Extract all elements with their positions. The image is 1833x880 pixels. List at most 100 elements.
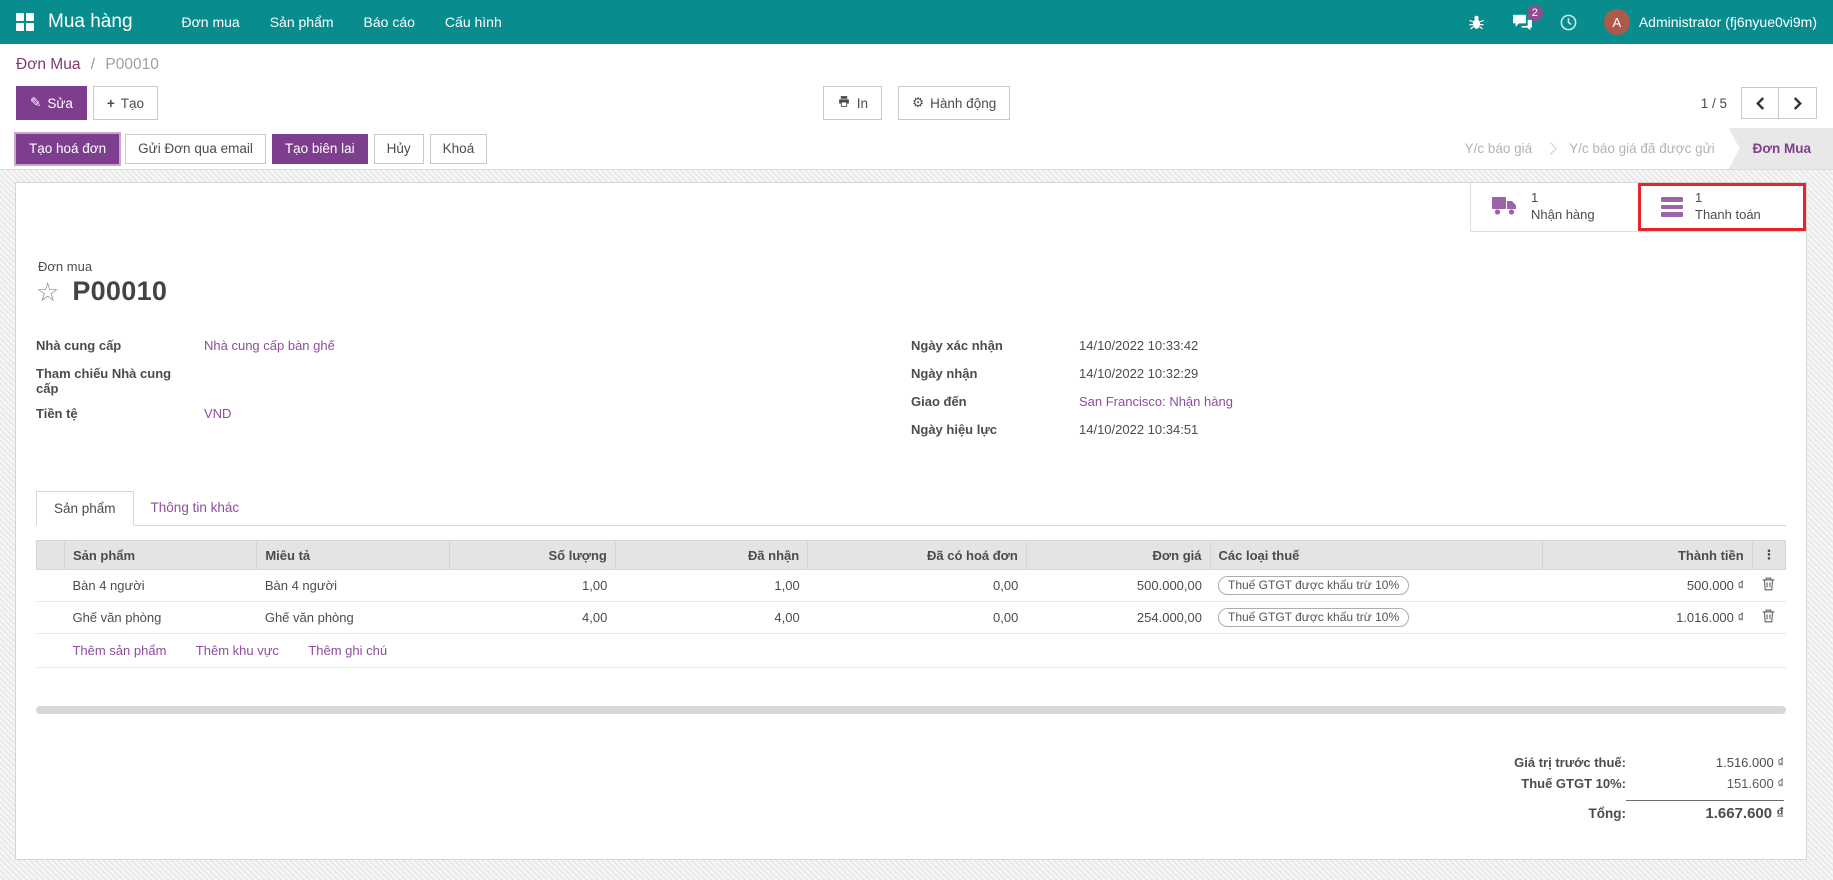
field-deliver-to: Giao đến San Francisco: Nhận hàng [911,389,1726,417]
tab-products[interactable]: Sản phẩm [36,491,134,526]
apps-menu-icon[interactable] [16,13,34,31]
smart-button-box: 1 Nhận hàng 1 Thanh toán [1470,183,1806,232]
cell-billed[interactable]: 0,00 [808,602,1027,634]
cell-subtotal: 1.016.000 ₫ [1542,602,1752,634]
horizontal-scrollbar[interactable] [36,706,1786,714]
app-title[interactable]: Mua hàng [48,11,133,33]
field-group: Nhà cung cấp Nhà cung cấp bàn ghế Tham c… [36,333,1786,445]
nav-menu-bao-cao[interactable]: Báo cáo [349,0,430,44]
totals-block: Giá trị trước thuế: 1.516.000 ₫ Thuế GTG… [36,752,1786,825]
status-step-rfq[interactable]: Y/c báo giá [1451,128,1547,169]
vendor-link[interactable]: Nhà cung cấp bàn ghế [204,338,851,356]
tax-pill[interactable]: Thuế GTGT được khấu trừ 10% [1218,608,1409,627]
col-billed[interactable]: Đã có hoá đơn [808,541,1027,570]
nav-menu-don-mua[interactable]: Đơn mua [167,0,255,44]
pencil-icon: ✎ [30,95,41,111]
cell-subtotal: 500.000 ₫ [1542,570,1752,602]
step-chevron-icon [1546,128,1555,169]
total-amount-value: 1.667.600 ₫ [1626,800,1784,822]
nav-menu-san-pham[interactable]: Sản phẩm [255,0,349,44]
add-section-link[interactable]: Thêm khu vực [196,643,279,658]
cancel-button[interactable]: Hủy [374,134,424,164]
cell-unit-price[interactable]: 254.000,00 [1026,602,1210,634]
notebook-tabs: Sản phẩm Thông tin khác [36,491,1786,526]
document-type-label: Đơn mua [36,259,1786,274]
payments-count: 1 [1695,190,1761,207]
delete-row-trash-icon[interactable] [1752,570,1785,602]
action-button[interactable]: ⚙ Hành động [898,86,1010,120]
payments-smart-button[interactable]: 1 Thanh toán [1638,183,1806,231]
form-sheet: 1 Nhận hàng 1 Thanh toán Đơn mua ☆ P0001… [15,182,1807,860]
messages-icon[interactable]: 2 [1512,11,1534,33]
avatar: A [1604,9,1630,35]
breadcrumb-parent[interactable]: Đơn Mua [16,56,80,73]
control-panel: Đơn Mua / P00010 ✎ Sửa + Tạo In ⚙ Hành đ… [0,44,1833,170]
cell-quantity[interactable]: 4,00 [449,602,615,634]
cell-quantity[interactable]: 1,00 [449,570,615,602]
receipts-count: 1 [1531,190,1595,207]
tab-other-info[interactable]: Thông tin khác [134,491,257,525]
lock-button[interactable]: Khoá [430,134,488,164]
nav-menu-cau-hinh[interactable]: Cấu hình [430,0,517,44]
create-bill-button[interactable]: Tạo hoá đơn [16,134,119,164]
breadcrumb: Đơn Mua / P00010 [0,44,1833,82]
col-unit-price[interactable]: Đơn giá [1026,541,1210,570]
create-receipt-button[interactable]: Tạo biên lai [272,134,368,164]
list-icon [1661,197,1683,217]
pager-previous-button[interactable] [1741,87,1779,119]
document-name: P00010 [72,276,167,307]
drag-handle-column [37,541,65,570]
receipts-label: Nhận hàng [1531,207,1595,224]
status-step-rfq-sent[interactable]: Y/c báo giá đã được gửi [1555,128,1729,169]
activities-clock-icon[interactable] [1558,11,1580,33]
deliver-to-link[interactable]: San Francisco: Nhận hàng [1079,394,1726,412]
untaxed-amount-value: 1.516.000 ₫ [1626,755,1784,770]
col-product[interactable]: Sản phẩm [64,541,256,570]
top-navbar: Mua hàng Đơn mua Sản phẩm Báo cáo Cấu hì… [0,0,1833,44]
cell-received[interactable]: 4,00 [615,602,807,634]
delete-row-trash-icon[interactable] [1752,602,1785,634]
field-currency: Tiền tệ VND [36,401,851,429]
edit-button[interactable]: ✎ Sửa [16,86,87,120]
messages-count-badge: 2 [1527,5,1543,21]
total-amount-row: Tổng: 1.667.600 ₫ [1589,797,1784,825]
col-taxes[interactable]: Các loại thuế [1210,541,1542,570]
field-confirmation-date: Ngày xác nhận 14/10/2022 10:33:42 [911,333,1726,361]
table-row[interactable]: Ghế văn phòng Ghế văn phòng 4,00 4,00 0,… [37,602,1786,634]
breadcrumb-separator: / [91,56,95,73]
cell-billed[interactable]: 0,00 [808,570,1027,602]
table-header-row: Sản phẩm Miêu tả Số lượng Đã nhận Đã có … [37,541,1786,570]
user-menu[interactable]: A Administrator (fj6nyue0vi9m) [1604,9,1817,35]
debug-bug-icon[interactable] [1466,11,1488,33]
receipts-smart-button[interactable]: 1 Nhận hàng [1470,183,1638,231]
cell-product[interactable]: Bàn 4 người [64,570,256,602]
send-by-email-button[interactable]: Gửi Đơn qua email [125,134,266,164]
tax-pill[interactable]: Thuế GTGT được khấu trừ 10% [1218,576,1409,595]
create-button[interactable]: + Tạo [93,86,158,120]
add-product-link[interactable]: Thêm sản phẩm [72,643,166,658]
cell-description[interactable]: Bàn 4 người [257,570,449,602]
table-row[interactable]: Bàn 4 người Bàn 4 người 1,00 1,00 0,00 5… [37,570,1786,602]
favorite-star-icon[interactable]: ☆ [36,279,59,305]
payments-label: Thanh toán [1695,207,1761,224]
field-vendor: Nhà cung cấp Nhà cung cấp bàn ghế [36,333,851,361]
cell-unit-price[interactable]: 500.000,00 [1026,570,1210,602]
add-note-link[interactable]: Thêm ghi chú [308,643,387,658]
cell-product[interactable]: Ghế văn phòng [64,602,256,634]
untaxed-amount-row: Giá trị trước thuế: 1.516.000 ₫ [1514,752,1784,773]
printer-icon [837,95,851,111]
print-button[interactable]: In [823,86,882,120]
cell-received[interactable]: 1,00 [615,570,807,602]
col-received[interactable]: Đã nhận [615,541,807,570]
currency-link[interactable]: VND [204,406,851,424]
optional-columns-dots-icon[interactable]: ⋮ [1752,541,1785,570]
table-footer-links-row: Thêm sản phẩm Thêm khu vực Thêm ghi chú [37,634,1786,668]
col-subtotal[interactable]: Thành tiền [1542,541,1752,570]
cell-description[interactable]: Ghế văn phòng [257,602,449,634]
col-description[interactable]: Miêu tả [257,541,449,570]
plus-icon: + [107,96,115,111]
col-quantity[interactable]: Số lượng [449,541,615,570]
pager-next-button[interactable] [1779,87,1817,119]
status-step-purchase-order[interactable]: Đơn Mua [1729,128,1833,169]
pager-count: 1 / 5 [1701,96,1727,111]
